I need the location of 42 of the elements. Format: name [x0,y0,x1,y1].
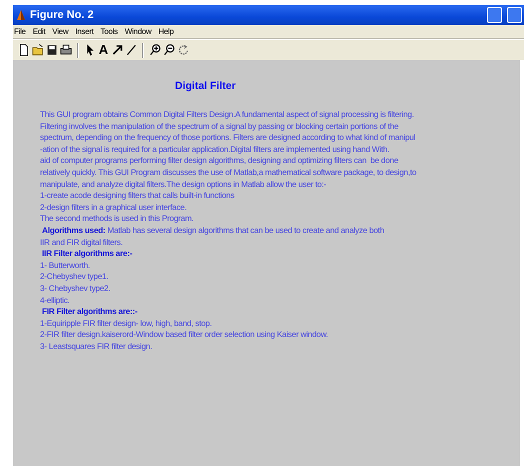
text-line: 2-FIR filter design.kaiserord-Window based filter order selection using Kaiser window. [40,329,328,341]
section-heading: IIR Filter algorithms are:- [41,248,132,260]
text-line: 2-design filters in a graphical user interface. [40,202,187,214]
text-line: Algorithms used: Matlab has several design algorithms that can be used to create and analyze both [41,224,384,237]
section-heading: FIR Filter algorithms are::- [41,306,138,318]
app-icon [15,8,27,22]
zoom-out-icon[interactable] [163,43,175,57]
rotate-icon[interactable] [177,43,189,57]
zoom-in-icon[interactable] [149,43,161,57]
text-line: relatively quickly. This GUI Program discusses the use of Matlab,a mathematical software package, to design,to [40,166,416,179]
text-line: 3- Chebyshev type2. [40,282,110,294]
open-icon[interactable] [32,43,44,57]
text-line: aid of computer programs performing filter design algorithms, designing and optimizing filters can be done [40,155,398,167]
save-icon[interactable] [46,43,58,57]
new-icon[interactable] [18,43,30,57]
text-line: manipulate, and analyze digital filters.The design options in Matlab allow the user to:- [40,178,326,190]
menu-item[interactable]: Window [124,27,152,36]
text-line: 3- Leastsquares FIR filter design. [40,340,152,352]
arrow-icon[interactable] [111,43,123,57]
text-line: IIR and FIR digital filters. [40,236,123,248]
text-line: 1- Butterworth. [40,260,90,272]
text-line: 1-Equiripple FIR filter design- low, high, band, stop. [40,318,212,330]
text-line: This GUI program obtains Common Digital Filters Design.A fundamental aspect of signal processing is filtering. [40,109,414,121]
menu-item[interactable]: File [13,27,27,36]
text-line: spectrum, depending on the frequency of those portions. Filters are designed according to what kind of manipul [40,132,416,144]
window-title: Figure No. 2 [30,9,95,21]
line-icon[interactable] [125,43,137,57]
heading: Digital Filter [175,80,236,92]
text-line: 2-Chebyshev type1. [40,271,108,283]
text-line: 4-elliptic. [40,294,70,306]
menu-item[interactable]: Help [157,27,175,36]
menu-item[interactable]: Edit [32,27,46,36]
text-line: 1-create acode designing filters that calls built-in functions [40,190,234,202]
text-line: -ation of the signal is required for a particular application.Digital filters are implemented using hand With. [40,144,390,156]
text-line: Filtering involves the manipulation of the spectrum of a signal by passing or blocking certain portions of the [40,120,398,132]
text-line: The second methods is used in this Program. [40,213,194,225]
menu-item[interactable]: Insert [74,27,95,36]
menu-item[interactable]: View [51,27,70,36]
pointer-icon[interactable] [84,43,96,57]
menu-item[interactable]: Tools [100,27,119,36]
text-tool[interactable]: A [98,43,109,57]
print-icon[interactable] [60,43,72,57]
